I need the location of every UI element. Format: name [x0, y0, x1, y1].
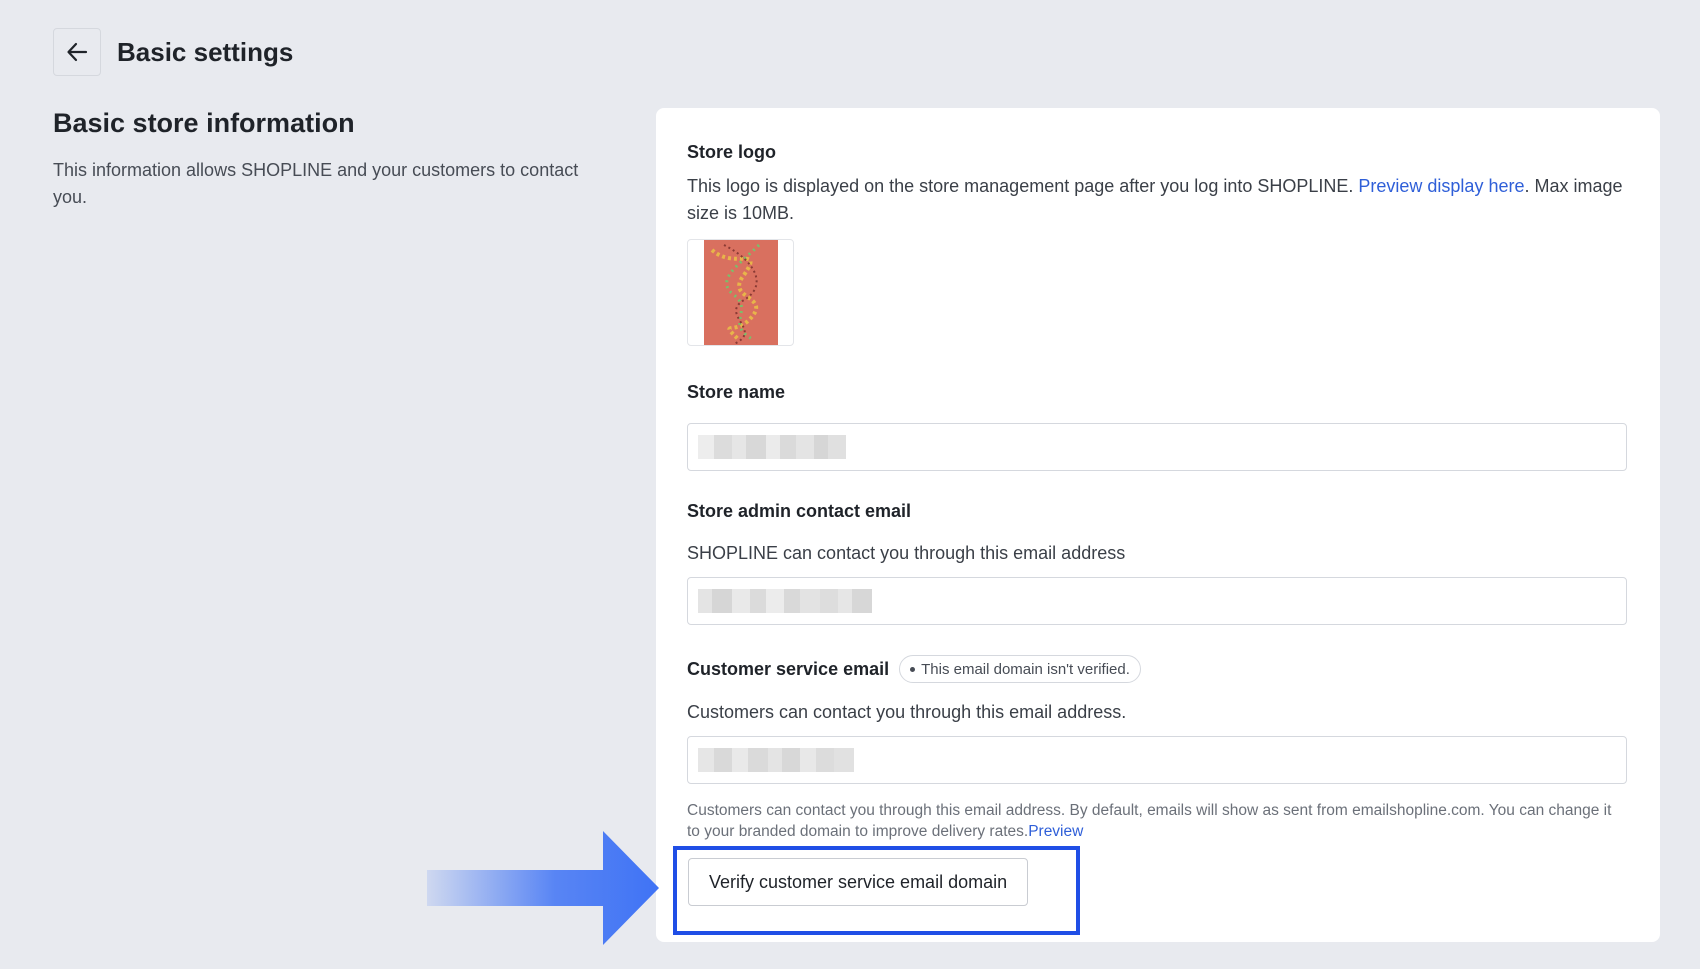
- section-description: This information allows SHOPLINE and you…: [53, 160, 579, 207]
- preview-link[interactable]: Preview: [1028, 823, 1083, 840]
- admin-email-input[interactable]: [687, 577, 1627, 625]
- customer-email-input[interactable]: [687, 736, 1627, 784]
- section-info: Basic store information This information…: [53, 108, 593, 211]
- arrow-left-icon: [67, 42, 88, 62]
- store-logo-help: This logo is displayed on the store mana…: [687, 173, 1628, 227]
- redacted-value: [698, 748, 854, 772]
- status-dot-icon: [910, 666, 916, 672]
- preview-display-link[interactable]: Preview display here: [1358, 176, 1524, 196]
- store-logo-image: [703, 240, 778, 345]
- badge-text: This email domain isn't verified.: [921, 660, 1130, 678]
- admin-email-help: SHOPLINE can contact you through this em…: [687, 543, 1126, 563]
- back-button[interactable]: [53, 28, 101, 76]
- customer-email-help: Customers can contact you through this e…: [687, 702, 1127, 722]
- store-name-input[interactable]: [687, 423, 1627, 471]
- section-title: Basic store information: [53, 108, 355, 138]
- customer-email-note-text: Customers can contact you through this e…: [687, 802, 1612, 840]
- admin-email-label: Store admin contact email: [687, 501, 912, 521]
- page-title: Basic settings: [117, 36, 294, 67]
- store-name-label: Store name: [687, 382, 786, 402]
- page-header: Basic settings: [53, 28, 293, 76]
- pointer-arrow-icon: [427, 831, 659, 945]
- settings-card: Store logo This logo is displayed on the…: [656, 108, 1660, 942]
- store-logo-help-text: This logo is displayed on the store mana…: [687, 176, 1359, 196]
- store-logo-label: Store logo: [687, 142, 776, 162]
- redacted-value: [698, 435, 846, 459]
- customer-email-label: Customer service email: [687, 658, 890, 679]
- customer-email-header: Customer service email This email domain…: [687, 655, 1628, 683]
- redacted-value: [698, 589, 872, 613]
- customer-email-note: Customers can contact you through this e…: [687, 800, 1628, 842]
- store-logo-thumbnail[interactable]: [687, 239, 794, 346]
- domain-unverified-badge: This email domain isn't verified.: [899, 655, 1141, 683]
- highlight-box: [673, 846, 1080, 935]
